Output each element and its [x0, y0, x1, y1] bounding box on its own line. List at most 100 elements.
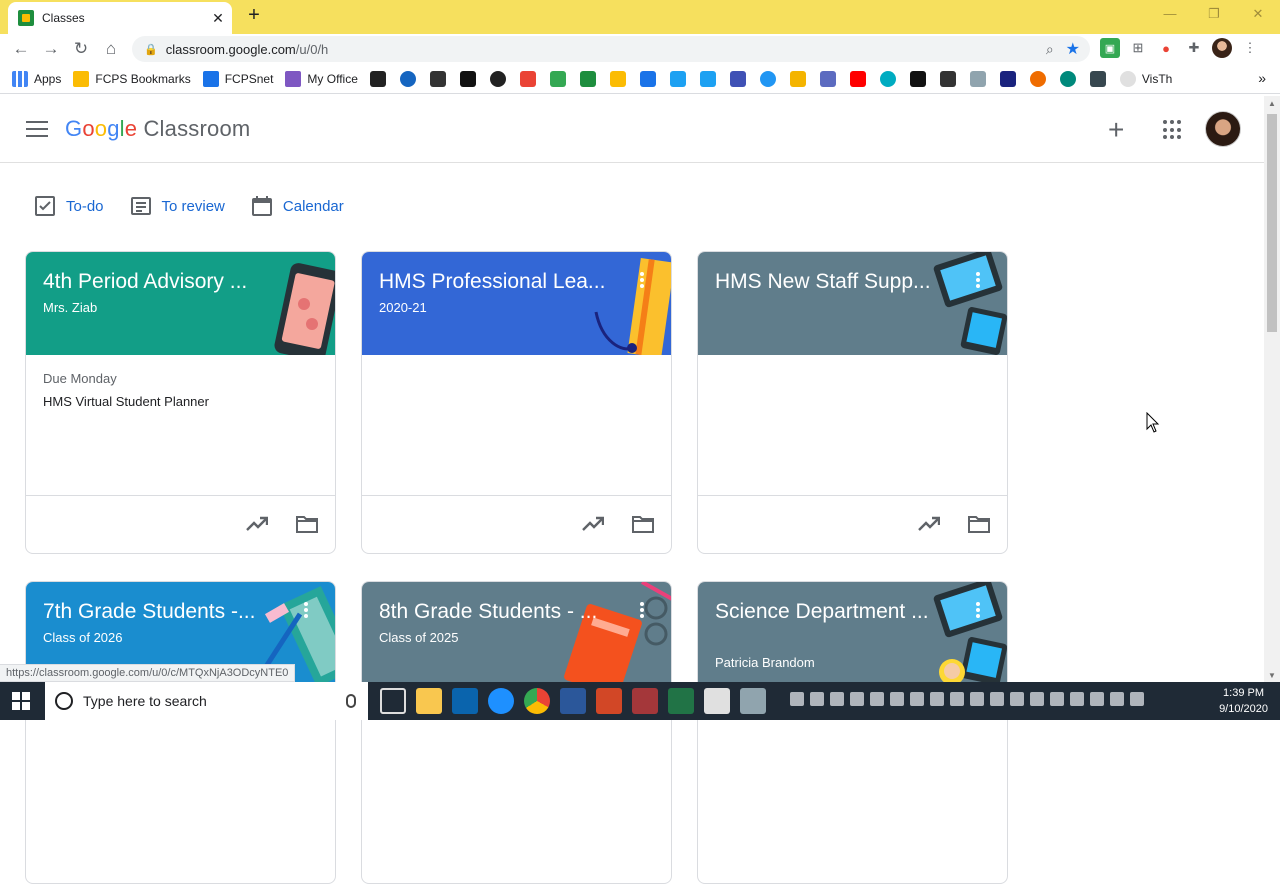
windows-start-icon[interactable] — [12, 692, 30, 710]
google-apps-icon[interactable] — [1163, 120, 1183, 140]
class-card-7th-grade-students[interactable]: 7th Grade Students -... Class of 2026 — [25, 581, 336, 884]
card-options-icon[interactable] — [976, 272, 980, 288]
excel-icon[interactable] — [668, 688, 694, 714]
bookmark-gmail-icon[interactable] — [519, 70, 536, 87]
tray-chevron-icon[interactable] — [790, 692, 804, 706]
card-options-icon[interactable] — [640, 272, 644, 288]
tray-app-icon[interactable] — [870, 692, 884, 706]
browser-menu-icon[interactable]: ⋮ — [1240, 38, 1260, 58]
access-icon[interactable] — [632, 688, 658, 714]
bookmark-classroom-icon[interactable] — [579, 70, 596, 87]
card-title[interactable]: HMS New Staff Supp... — [715, 270, 931, 294]
scroll-thumb[interactable] — [1267, 114, 1277, 332]
account-avatar[interactable] — [1205, 111, 1241, 147]
class-card-hms-professional-learning[interactable]: HMS Professional Lea... 2020-21 — [361, 251, 672, 554]
tray-app-icon[interactable] — [1070, 692, 1084, 706]
chrome-icon[interactable] — [524, 688, 550, 714]
scroll-up-icon[interactable]: ▲ — [1268, 99, 1276, 108]
photos-icon[interactable] — [704, 688, 730, 714]
bookmark-bb-icon[interactable] — [369, 70, 386, 87]
snipping-tool-icon[interactable] — [740, 688, 766, 714]
bookmark-my-office[interactable]: My Office — [285, 70, 358, 87]
drive-folder-icon[interactable] — [632, 515, 654, 533]
address-bar[interactable]: 🔒 classroom.google.com/u/0/h ⌕ ★ — [132, 36, 1090, 62]
bookmark-apps[interactable]: Apps — [12, 70, 61, 87]
microphone-icon[interactable] — [346, 694, 356, 708]
bookmark-pen-icon[interactable] — [429, 70, 446, 87]
drive-folder-icon[interactable] — [296, 515, 318, 533]
class-card-science-department[interactable]: Science Department ... Patricia Brandom — [697, 581, 1008, 884]
home-icon[interactable]: ⌂ — [96, 35, 126, 63]
bookmark-drive-icon[interactable] — [549, 70, 566, 87]
extension-red-icon[interactable]: ● — [1156, 38, 1176, 58]
volume-icon[interactable] — [1130, 692, 1144, 706]
bookmark-calendar-icon[interactable] — [639, 70, 656, 87]
file-explorer-icon[interactable] — [416, 688, 442, 714]
class-card-8th-grade-students[interactable]: 8th Grade Students - ... Class of 2025 — [361, 581, 672, 884]
card-title[interactable]: HMS Professional Lea... — [379, 270, 605, 294]
extension-grid-icon[interactable]: ⊞ — [1128, 38, 1148, 58]
bookmark-cc-icon[interactable] — [879, 70, 896, 87]
due-assignment-link[interactable]: HMS Virtual Student Planner — [43, 394, 318, 409]
bookmark-p-icon[interactable] — [1059, 70, 1076, 87]
tray-app-icon[interactable] — [930, 692, 944, 706]
tray-app-icon[interactable] — [1090, 692, 1104, 706]
tray-app-icon[interactable] — [1010, 692, 1024, 706]
card-options-icon[interactable] — [304, 602, 308, 618]
bookmark-house-icon[interactable] — [459, 70, 476, 87]
extension-green-icon[interactable]: ▣ — [1100, 38, 1120, 58]
bookmark-c-icon[interactable] — [759, 70, 776, 87]
profile-avatar-small[interactable] — [1212, 38, 1232, 58]
taskbar-search[interactable]: Type here to search — [45, 682, 368, 720]
tray-app-icon[interactable] — [830, 692, 844, 706]
tray-app-icon[interactable] — [850, 692, 864, 706]
to-review-link[interactable]: To review — [130, 195, 225, 217]
bookmark-teams-icon[interactable] — [819, 70, 836, 87]
zoom-icon[interactable]: ⌕ — [1046, 41, 1054, 58]
gradebook-trend-icon[interactable] — [246, 515, 268, 533]
bookmark-dots-icon[interactable] — [909, 70, 926, 87]
bookmark-fcps-bookmarks[interactable]: FCPS Bookmarks — [73, 70, 191, 87]
bookmark-screen-icon[interactable] — [999, 70, 1016, 87]
bookmark-slides-icon[interactable] — [789, 70, 806, 87]
tray-app-icon[interactable] — [810, 692, 824, 706]
tab-classes[interactable]: Classes ✕ — [8, 2, 232, 34]
bookmark-twitter-icon[interactable] — [669, 70, 686, 87]
back-icon[interactable]: ← — [6, 35, 36, 63]
bookmark-visth[interactable]: VisTh — [1119, 70, 1172, 87]
drive-folder-icon[interactable] — [968, 515, 990, 533]
bookmark-keep-icon[interactable] — [609, 70, 626, 87]
tray-app-icon[interactable] — [990, 692, 1004, 706]
tray-app-icon[interactable] — [950, 692, 964, 706]
bookmark-plane-icon[interactable] — [489, 70, 506, 87]
powerpoint-icon[interactable] — [596, 688, 622, 714]
gradebook-trend-icon[interactable] — [918, 515, 940, 533]
tab-close-icon[interactable]: ✕ — [208, 10, 228, 27]
card-title[interactable]: 7th Grade Students -... — [43, 600, 255, 624]
tray-app-icon[interactable] — [910, 692, 924, 706]
card-title[interactable]: Science Department ... — [715, 600, 929, 624]
create-join-class-icon[interactable]: + — [1108, 114, 1124, 146]
tray-app-icon[interactable] — [970, 692, 984, 706]
bookmark-fcpsnet[interactable]: FCPSnet — [202, 70, 273, 87]
card-title[interactable]: 4th Period Advisory ... — [43, 270, 247, 294]
restore-button[interactable]: ❐ — [1192, 0, 1236, 30]
reload-icon[interactable]: ↻ — [66, 35, 96, 63]
card-options-icon[interactable] — [640, 602, 644, 618]
edge-icon[interactable] — [488, 688, 514, 714]
page-scrollbar[interactable]: ▲ ▼ — [1264, 96, 1280, 682]
main-menu-icon[interactable] — [26, 121, 48, 137]
calendar-link[interactable]: Calendar — [251, 195, 344, 217]
bookmark-pencil-icon[interactable] — [1089, 70, 1106, 87]
taskbar-clock[interactable]: 1:39 PM 9/10/2020 — [1219, 685, 1268, 717]
forward-icon[interactable]: → — [36, 35, 66, 63]
google-classroom-logo[interactable]: Google Classroom — [65, 116, 250, 142]
tray-app-icon[interactable] — [1030, 692, 1044, 706]
tray-app-icon[interactable] — [1050, 692, 1064, 706]
bookmark-gb-icon[interactable] — [1029, 70, 1046, 87]
bookmarks-overflow-icon[interactable]: » — [1258, 70, 1266, 86]
bookmark-r-icon[interactable] — [399, 70, 416, 87]
scroll-down-icon[interactable]: ▼ — [1268, 671, 1276, 680]
tray-app-icon[interactable] — [890, 692, 904, 706]
card-title[interactable]: 8th Grade Students - ... — [379, 600, 597, 624]
